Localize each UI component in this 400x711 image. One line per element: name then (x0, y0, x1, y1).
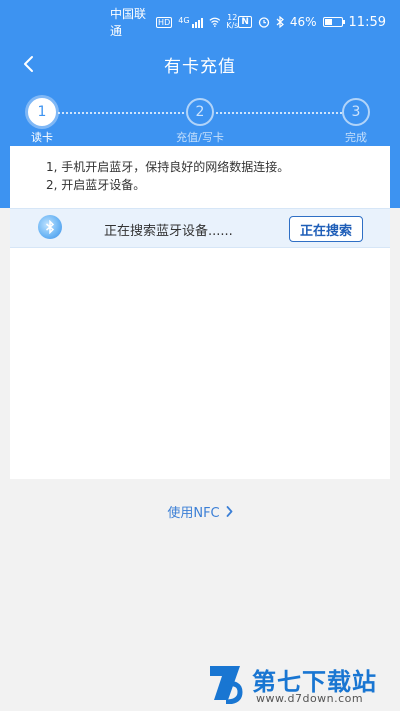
network-speed: 12 K/s (226, 14, 238, 30)
main-card: 1, 手机开启蓝牙，保持良好的网络数据连接。 2, 开启蓝牙设备。 正在搜索蓝牙… (10, 146, 390, 479)
clock: 11:59 (348, 14, 386, 30)
back-button[interactable] (12, 48, 44, 80)
step-number: 3 (342, 98, 370, 126)
watermark: 第七下载站 www.d7down.com (206, 660, 396, 708)
bluetooth-icon (276, 16, 284, 28)
step-number: 1 (28, 98, 56, 126)
searching-button[interactable]: 正在搜索 (289, 216, 363, 242)
wifi-icon (208, 17, 220, 28)
search-status-text: 正在搜索蓝牙设备...... (104, 224, 233, 239)
step-label: 读卡 (31, 131, 53, 144)
alarm-icon (258, 17, 270, 28)
speed-unit: K/s (226, 21, 239, 30)
step-number: 2 (186, 98, 214, 126)
watermark-url: www.d7down.com (256, 692, 364, 705)
bluetooth-search-row: 正在搜索蓝牙设备...... 正在搜索 (10, 208, 390, 248)
use-nfc-label: 使用NFC (167, 506, 220, 521)
step-recharge: 2 充值/写卡 (160, 98, 240, 145)
use-nfc-link[interactable]: 使用NFC (0, 502, 400, 521)
use-nfc-inner: 使用NFC (167, 502, 233, 521)
battery-icon (322, 17, 345, 27)
nfc-icon: N (238, 16, 252, 28)
status-left: 中国联通 HD 4G 12 K/s (110, 5, 238, 39)
status-bar: 中国联通 HD 4G 12 K/s N 46% 11:59 (0, 0, 400, 44)
chevron-left-icon (24, 56, 33, 72)
instruction-line: 1, 手机开启蓝牙，保持良好的网络数据连接。 (46, 160, 290, 174)
chevron-right-icon (226, 506, 233, 517)
step-indicator: 1 读卡 2 充值/写卡 3 完成 (0, 98, 400, 144)
instructions: 1, 手机开启蓝牙，保持良好的网络数据连接。 2, 开启蓝牙设备。 (10, 146, 390, 194)
step-complete: 3 完成 (316, 98, 396, 145)
watermark-logo (210, 666, 243, 704)
step-label: 完成 (345, 131, 367, 144)
battery-fill (324, 19, 332, 25)
bluetooth-glyph-icon (46, 220, 55, 234)
instruction-line: 2, 开启蓝牙设备。 (46, 178, 146, 192)
nav-bar: 有卡充值 (0, 44, 400, 84)
status-right: N 46% 11:59 (238, 15, 386, 30)
bluetooth-device-icon (38, 215, 62, 239)
hd-icon: HD (156, 16, 173, 28)
signal-icon: 4G (178, 15, 203, 28)
carrier-name: 中国联通 (110, 7, 147, 38)
battery-percent: 46% (289, 15, 317, 29)
page-title: 有卡充值 (164, 56, 236, 77)
step-read-card: 1 读卡 (2, 98, 82, 145)
network-type: 4G (178, 15, 190, 25)
step-label: 充值/写卡 (176, 131, 224, 144)
